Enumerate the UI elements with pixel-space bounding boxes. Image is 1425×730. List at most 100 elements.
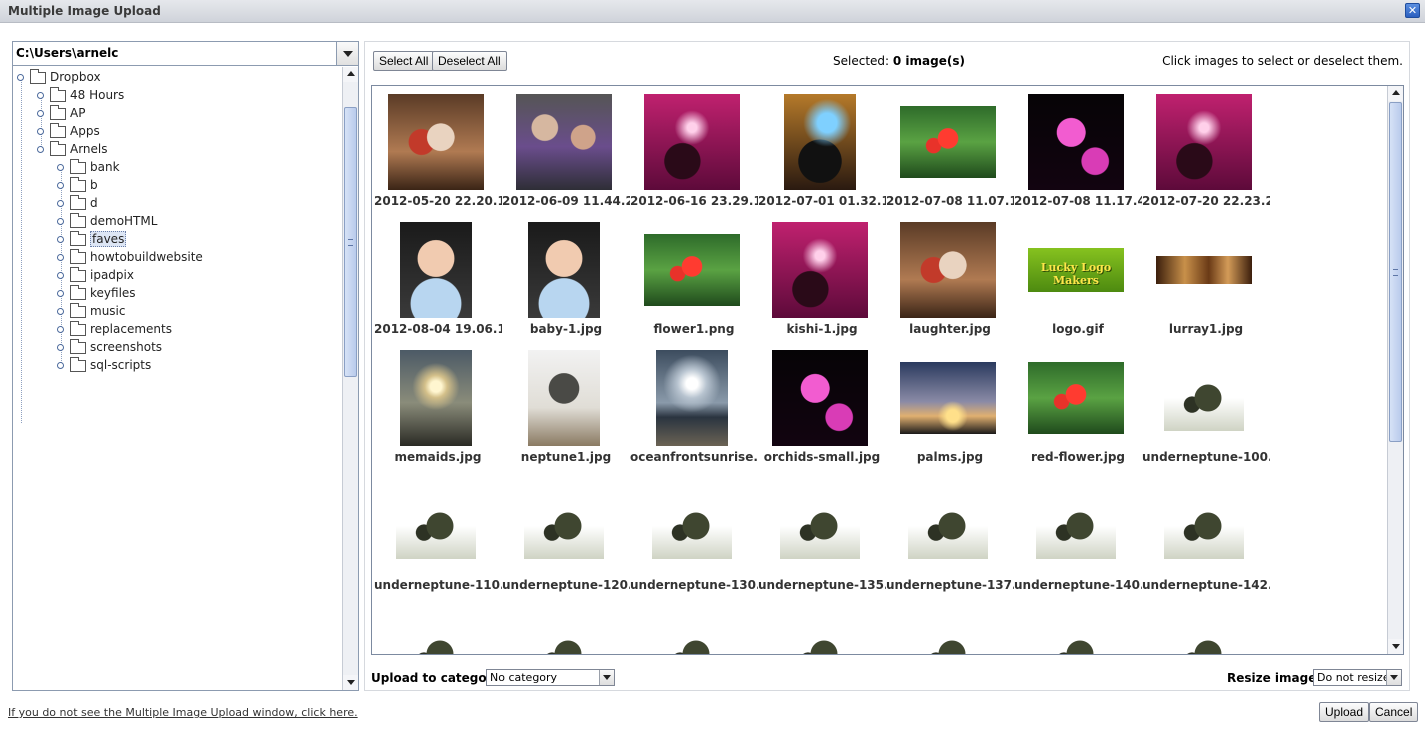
thumbnail-frame bbox=[388, 478, 484, 574]
tree-item-label: Apps bbox=[70, 124, 100, 138]
thumbnail-frame bbox=[1156, 222, 1252, 318]
expand-toggle-icon[interactable] bbox=[57, 200, 64, 207]
image-thumbnail[interactable]: baby-1.jpg bbox=[502, 222, 630, 350]
image-thumbnail[interactable]: palms.jpg bbox=[886, 350, 1014, 478]
chevron-down-icon[interactable] bbox=[336, 42, 358, 65]
expand-toggle-icon[interactable] bbox=[57, 344, 64, 351]
thumbnail-image bbox=[900, 362, 996, 434]
expand-toggle-icon[interactable] bbox=[37, 92, 44, 99]
tree-item-label: howtobuildwebsite bbox=[90, 250, 203, 264]
thumbnail-frame bbox=[900, 350, 996, 446]
image-thumbnail[interactable] bbox=[502, 606, 630, 654]
category-select[interactable]: No category bbox=[486, 669, 615, 686]
image-thumbnail[interactable] bbox=[758, 606, 886, 654]
image-thumbnail[interactable]: underneptune-137... bbox=[886, 478, 1014, 606]
image-thumbnail[interactable] bbox=[374, 606, 502, 654]
image-thumbnail[interactable] bbox=[886, 606, 1014, 654]
scroll-up-icon[interactable] bbox=[1388, 86, 1403, 101]
expand-toggle-icon[interactable] bbox=[57, 362, 64, 369]
close-icon[interactable]: ✕ bbox=[1405, 3, 1420, 18]
path-dropdown[interactable]: C:\Users\arnelc bbox=[13, 42, 358, 66]
image-thumbnail[interactable] bbox=[1142, 606, 1270, 654]
image-filename: 2012-07-01 01.32.1... bbox=[758, 194, 886, 208]
logo-text: Lucky Logo Makers bbox=[1040, 261, 1112, 287]
gallery-scrollbar[interactable] bbox=[1387, 86, 1403, 654]
thumbnail-frame bbox=[516, 222, 612, 318]
image-thumbnail[interactable]: 2012-07-20 22.23.2... bbox=[1142, 94, 1270, 222]
image-thumbnail[interactable]: orchids-small.jpg bbox=[758, 350, 886, 478]
image-filename: lurray1.jpg bbox=[1168, 322, 1244, 336]
expand-toggle-icon[interactable] bbox=[57, 272, 64, 279]
image-thumbnail[interactable]: red-flower.jpg bbox=[1014, 350, 1142, 478]
select-all-button[interactable]: Select All bbox=[373, 51, 435, 71]
expand-toggle-icon[interactable] bbox=[57, 218, 64, 225]
image-thumbnail[interactable]: underneptune-100... bbox=[1142, 350, 1270, 478]
thumbnail-frame bbox=[516, 350, 612, 446]
image-thumbnail[interactable]: 2012-07-08 11.07.1... bbox=[886, 94, 1014, 222]
folder-icon bbox=[50, 123, 66, 138]
image-thumbnail[interactable]: oceanfrontsunrise.... bbox=[630, 350, 758, 478]
scroll-down-icon[interactable] bbox=[343, 675, 358, 690]
expand-toggle-icon[interactable] bbox=[57, 182, 64, 189]
scroll-down-icon[interactable] bbox=[1388, 639, 1403, 654]
image-filename: underneptune-120... bbox=[502, 578, 630, 592]
image-thumbnail[interactable]: flower1.png bbox=[630, 222, 758, 350]
image-thumbnail[interactable]: laughter.jpg bbox=[886, 222, 1014, 350]
image-thumbnail[interactable]: underneptune-110... bbox=[374, 478, 502, 606]
image-thumbnail[interactable]: kishi-1.jpg bbox=[758, 222, 886, 350]
expand-toggle-icon[interactable] bbox=[57, 164, 64, 171]
thumbnail-frame bbox=[1156, 478, 1252, 574]
expand-toggle-icon[interactable] bbox=[57, 236, 64, 243]
expand-toggle-icon[interactable] bbox=[57, 308, 64, 315]
scroll-thumb[interactable] bbox=[344, 107, 357, 377]
upload-button[interactable]: Upload bbox=[1319, 702, 1370, 722]
image-thumbnail[interactable]: 2012-06-09 11.44.2... bbox=[502, 94, 630, 222]
expand-toggle-icon[interactable] bbox=[57, 326, 64, 333]
image-thumbnail[interactable]: underneptune-140... bbox=[1014, 478, 1142, 606]
image-thumbnail[interactable]: 2012-06-16 23.29.1... bbox=[630, 94, 758, 222]
expand-toggle-icon[interactable] bbox=[57, 254, 64, 261]
tree-scrollbar[interactable] bbox=[342, 67, 358, 690]
image-filename: 2012-07-08 11.07.1... bbox=[886, 194, 1014, 208]
image-filename: red-flower.jpg bbox=[1030, 450, 1126, 464]
image-thumbnail[interactable] bbox=[630, 606, 758, 654]
image-thumbnail[interactable]: 2012-07-08 11.17.4... bbox=[1014, 94, 1142, 222]
image-filename: underneptune-135... bbox=[758, 578, 886, 592]
tree-item-label: sql-scripts bbox=[90, 358, 152, 372]
image-thumbnail[interactable] bbox=[1014, 606, 1142, 654]
thumbnail-image bbox=[656, 350, 728, 446]
image-thumbnail[interactable]: neptune1.jpg bbox=[502, 350, 630, 478]
help-link[interactable]: If you do not see the Multiple Image Upl… bbox=[8, 706, 358, 719]
deselect-all-button[interactable]: Deselect All bbox=[432, 51, 507, 71]
image-thumbnail[interactable]: underneptune-130... bbox=[630, 478, 758, 606]
chevron-down-icon[interactable] bbox=[1386, 670, 1401, 685]
image-filename: kishi-1.jpg bbox=[786, 322, 858, 336]
thumbnail-frame bbox=[772, 94, 868, 190]
image-thumbnail[interactable]: underneptune-120... bbox=[502, 478, 630, 606]
scroll-thumb[interactable] bbox=[1389, 102, 1402, 442]
image-thumbnail[interactable]: underneptune-135... bbox=[758, 478, 886, 606]
image-thumbnail[interactable]: 2012-05-20 22.20.1... bbox=[374, 94, 502, 222]
image-thumbnail[interactable]: lurray1.jpg bbox=[1142, 222, 1270, 350]
thumbnail-image bbox=[388, 94, 484, 190]
thumbnail-frame bbox=[772, 478, 868, 574]
image-thumbnail[interactable]: memaids.jpg bbox=[374, 350, 502, 478]
image-filename: underneptune-142... bbox=[1142, 578, 1270, 592]
image-thumbnail[interactable]: Lucky Logo Makers logo.gif bbox=[1014, 222, 1142, 350]
expand-toggle-icon[interactable] bbox=[37, 146, 44, 153]
image-thumbnail[interactable]: 2012-08-04 19.06.1... bbox=[374, 222, 502, 350]
scroll-up-icon[interactable] bbox=[343, 67, 358, 82]
resize-select[interactable]: Do not resize bbox=[1313, 669, 1402, 686]
cancel-button[interactable]: Cancel bbox=[1369, 702, 1419, 722]
image-thumbnail[interactable]: 2012-07-01 01.32.1... bbox=[758, 94, 886, 222]
thumbnail-frame bbox=[900, 222, 996, 318]
expand-toggle-icon[interactable] bbox=[57, 290, 64, 297]
thumbnail-image bbox=[1156, 94, 1252, 190]
folder-icon bbox=[70, 339, 86, 354]
chevron-down-icon[interactable] bbox=[599, 670, 614, 685]
thumbnail-image bbox=[1164, 365, 1244, 431]
expand-toggle-icon[interactable] bbox=[37, 128, 44, 135]
expand-toggle-icon[interactable] bbox=[17, 74, 24, 81]
expand-toggle-icon[interactable] bbox=[37, 110, 44, 117]
image-thumbnail[interactable]: underneptune-142... bbox=[1142, 478, 1270, 606]
